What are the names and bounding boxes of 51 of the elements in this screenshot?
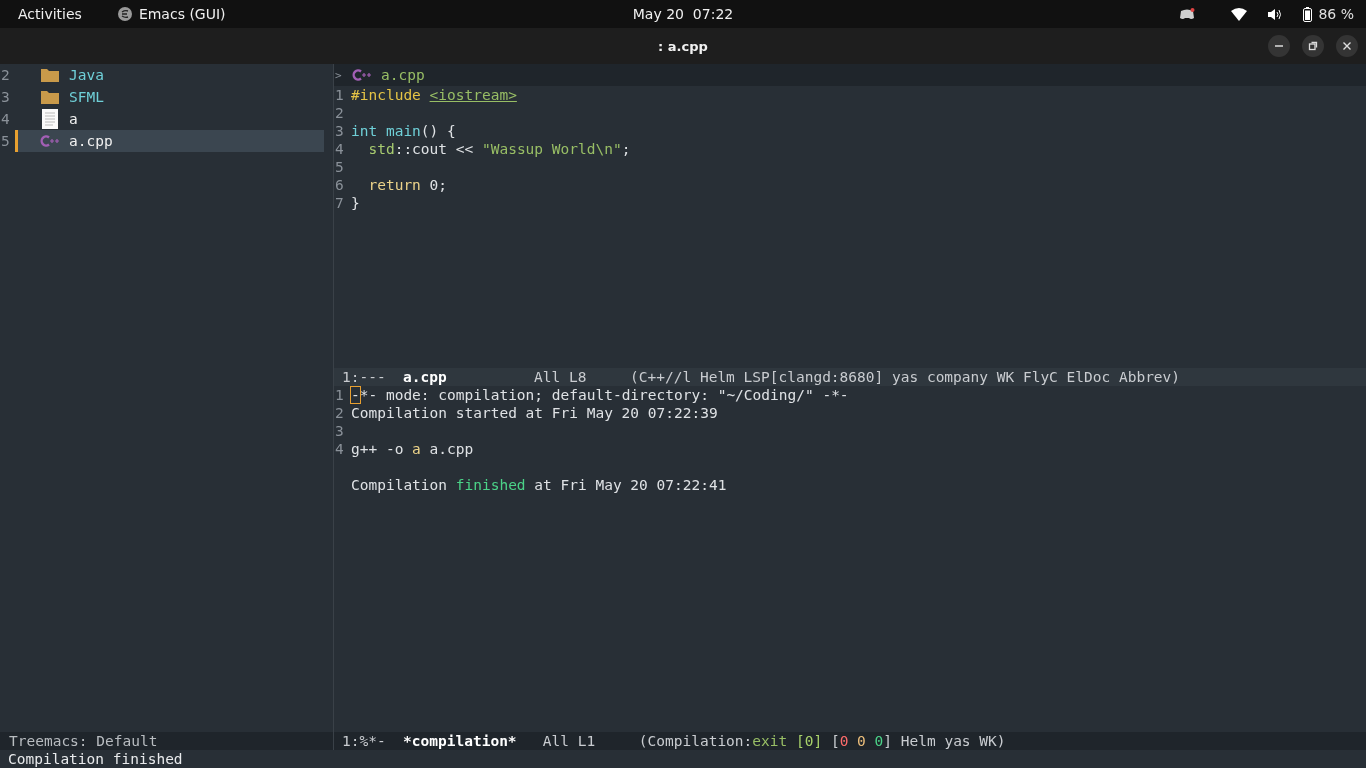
emacs-icon [117,7,132,21]
maximize-button[interactable] [1302,35,1324,57]
file-name: a.cpp [381,67,425,83]
line-number: 3 [0,89,11,105]
output-line: g++ -o a a.cpp [351,440,474,458]
folder-icon [40,90,60,104]
output-line: Compilation finished at Fri May 20 07:22:41 [351,476,727,494]
code-line: int main() { [351,123,456,139]
clock[interactable]: May 20 07:22 [632,6,734,22]
line-number: 5 [0,133,11,149]
window-title: : a.cpp [658,38,708,54]
output-line: Compilation started at Fri May 20 07:22:39 [351,404,718,422]
close-icon [1342,41,1352,51]
line-number: 1 [334,87,345,103]
app-menu[interactable]: Emacs (GUI) [138,6,226,22]
cpp-file-icon [40,135,60,147]
wifi-icon[interactable] [1231,7,1248,21]
document-icon [40,109,60,129]
line-number: 3 [334,123,345,139]
minimize-icon [1275,45,1283,47]
close-button[interactable] [1336,35,1358,57]
cpp-file-icon [351,69,373,81]
line-number: 2 [334,404,345,422]
tree-item[interactable]: SFML [15,86,324,108]
battery-percentage: 86 % [1318,6,1354,22]
line-number: 7 [334,195,345,211]
line-number: 3 [334,422,345,440]
minimize-button[interactable] [1268,35,1290,57]
battery-icon[interactable] [1303,6,1313,22]
fringe-arrow: > [334,68,343,82]
line-number: 2 [0,67,11,83]
line-number: 2 [334,105,345,121]
code-line: return 0; [367,177,448,193]
line-number: 1 [334,386,345,404]
folder-icon [40,68,60,82]
code-line: } [351,195,360,211]
code-line: std::cout << "Wassup World\n"; [367,141,631,157]
line-number: 4 [334,141,345,157]
code-line: #include <iostream> [351,87,517,103]
line-number: 4 [334,440,345,458]
output-line: -*- mode: compilation; default-directory: "~/Coding/" -*- [351,386,849,404]
activities-button[interactable]: Activities [18,6,82,22]
line-number: 4 [0,111,11,127]
tree-item[interactable]: a [15,108,324,130]
tree-item[interactable]: Java [15,64,324,86]
line-number: 6 [334,177,345,193]
restore-icon [1308,41,1318,51]
tree-item[interactable]: a.cpp [15,130,324,152]
gamepad-icon[interactable] [1179,7,1196,21]
line-number: 5 [334,159,345,175]
volume-icon[interactable] [1267,7,1284,21]
